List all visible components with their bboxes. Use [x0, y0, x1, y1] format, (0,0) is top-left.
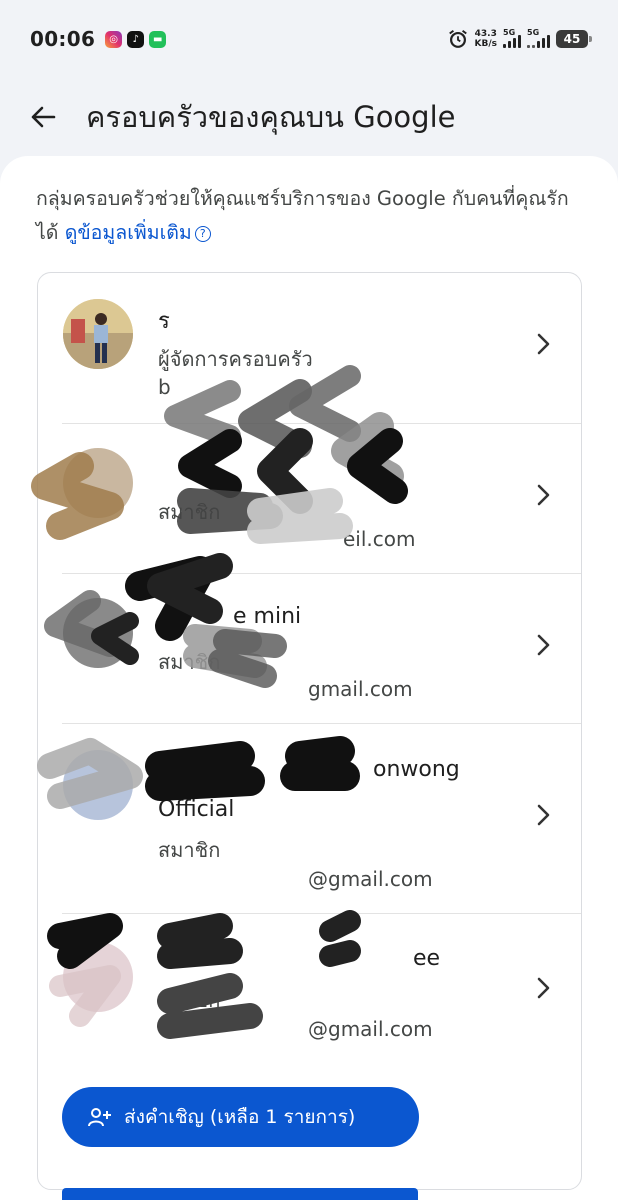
member-name: onwong — [373, 757, 460, 782]
network-speed-value: 43.3 — [474, 29, 497, 39]
avatar — [63, 299, 133, 369]
status-bar: 00:06 ◎ ♪ ▬ 43.3 KB/s 5G 5G 45 — [0, 0, 618, 78]
app-header: ครอบครัวของคุณบน Google — [0, 78, 618, 156]
member-name-line2: Official — [158, 797, 235, 822]
person-add-icon — [88, 1108, 111, 1127]
tiktok-icon: ♪ — [127, 30, 145, 48]
main-sheet: กลุ่มครอบครัวช่วยให้คุณแชร์บริการของ Goo… — [0, 156, 618, 1200]
avatar — [63, 448, 133, 518]
help-icon[interactable]: ? — [194, 226, 211, 242]
learn-more-link[interactable]: ดูข้อมูลเพิ่มเติม — [65, 221, 192, 244]
member-name: ร — [158, 309, 170, 334]
member-role: สมาชิก — [158, 500, 221, 524]
member-email: @gmail.com — [308, 1017, 433, 1041]
family-members-card: ร ผู้จัดการครอบครัว b สมาชิก eil.com e m… — [37, 272, 582, 1190]
avatar — [63, 750, 133, 820]
notification-icons: ◎ ♪ ▬ — [105, 30, 167, 48]
page-title: ครอบครัวของคุณบน Google — [86, 100, 456, 134]
chevron-right-icon — [537, 977, 550, 999]
chevron-right-icon — [537, 804, 550, 826]
network-speed: 43.3 KB/s — [475, 29, 497, 49]
line-icon: ▬ — [149, 30, 167, 48]
member-name: e mini — [233, 604, 302, 629]
member-name: ee — [413, 946, 441, 971]
battery-icon: 45 — [556, 30, 592, 48]
back-button[interactable] — [28, 102, 58, 132]
instagram-icon: ◎ — [105, 30, 123, 48]
member-email: gmail.com — [308, 677, 413, 701]
network-speed-unit: KB/s — [474, 39, 497, 49]
member-row[interactable]: e mini สมาชิก gmail.com — [38, 574, 581, 723]
avatar — [63, 598, 133, 668]
member-role: ผู้จัดการครอบครัว — [158, 347, 313, 371]
member-row[interactable]: onwong Official สมาชิก @gmail.com — [38, 724, 581, 913]
member-email: b — [158, 375, 171, 399]
chevron-right-icon — [537, 634, 550, 656]
member-email: @gmail.com — [308, 867, 433, 891]
signal-sim2-icon: 5G — [527, 28, 550, 48]
member-row[interactable]: ee สมาชิก @gmail.com — [38, 914, 581, 1064]
status-time: 00:06 — [30, 27, 96, 51]
member-row-manager[interactable]: ร ผู้จัดการครอบครัว b — [38, 273, 581, 423]
chevron-right-icon — [537, 484, 550, 506]
bottom-button-peek — [62, 1188, 418, 1200]
member-role: สมาชิก — [158, 650, 221, 674]
chevron-right-icon — [537, 333, 550, 355]
member-role: สมาชิก — [158, 988, 221, 1012]
member-row[interactable]: สมาชิก eil.com — [38, 424, 581, 573]
signal-sim1-icon: 5G — [503, 28, 521, 48]
member-email: eil.com — [343, 527, 416, 551]
member-role: สมาชิก — [158, 838, 221, 862]
send-invite-label: ส่งคำเชิญ (เหลือ 1 รายการ) — [124, 1106, 356, 1128]
alarm-icon — [448, 29, 467, 48]
intro-text: กลุ่มครอบครัวช่วยให้คุณแชร์บริการของ Goo… — [36, 182, 586, 250]
arrow-back-icon — [31, 106, 56, 128]
avatar — [63, 942, 133, 1012]
send-invite-button[interactable]: ส่งคำเชิญ (เหลือ 1 รายการ) — [62, 1087, 419, 1147]
